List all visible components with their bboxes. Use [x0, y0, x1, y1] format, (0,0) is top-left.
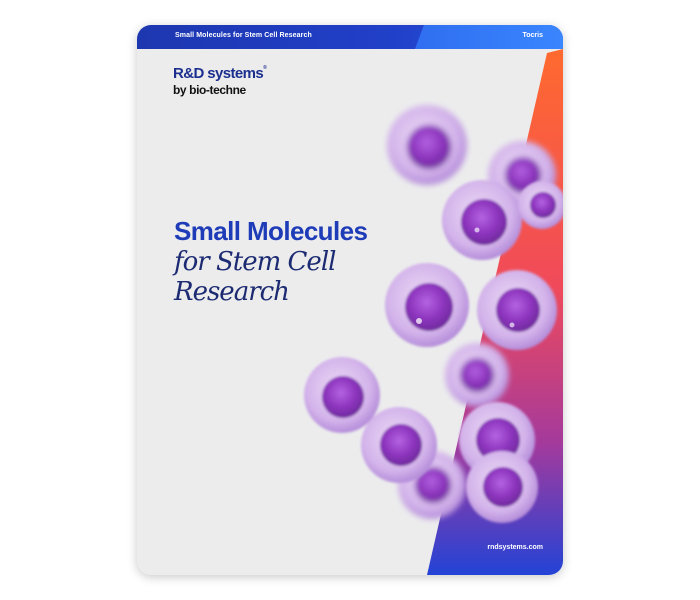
biotechne-logo: by bio-techne	[173, 83, 246, 97]
rd-systems-logo: R&D systems®	[173, 65, 267, 82]
cell-cluster	[304, 105, 563, 523]
header-brand: Tocris	[522, 32, 544, 39]
cover-title-line-3: Research	[174, 277, 290, 307]
logo-trademark: ®	[263, 65, 267, 71]
footer-url: rndsystems.com	[487, 544, 543, 551]
cover-title-line-2: for Stem Cell	[174, 247, 336, 277]
cover-title-line-1: Small Molecules	[174, 216, 368, 246]
header-title: Small Molecules for Stem Cell Research	[175, 32, 312, 39]
logo-text: R&D systems	[173, 65, 264, 82]
brochure-cover: Small Molecules for Stem Cell Research T…	[137, 25, 563, 575]
